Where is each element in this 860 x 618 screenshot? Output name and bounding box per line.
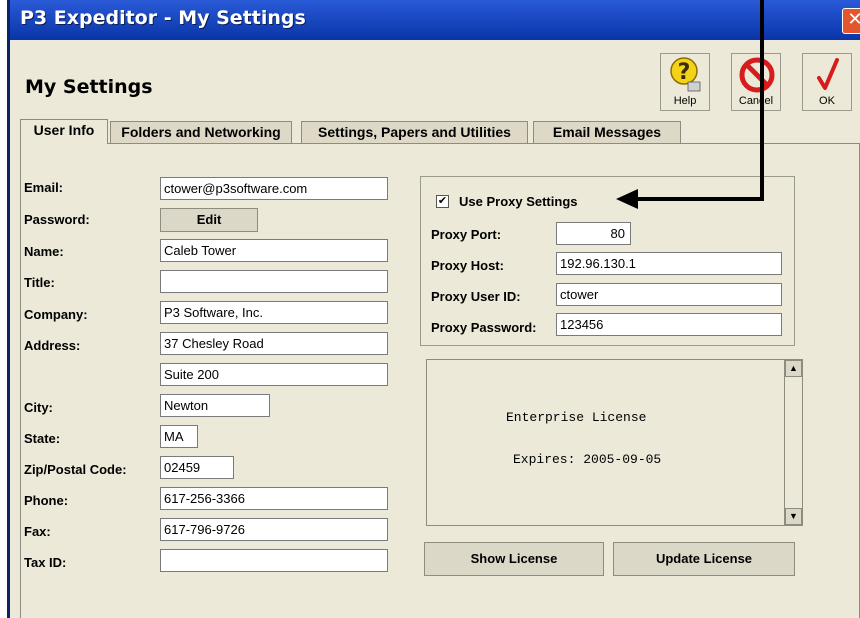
proxy-user-id-label: Proxy User ID: bbox=[431, 289, 521, 304]
proxy-host-field[interactable]: 192.96.130.1 bbox=[556, 252, 782, 275]
scroll-up-arrow-icon[interactable]: ▲ bbox=[785, 360, 802, 377]
state-label: State: bbox=[24, 431, 61, 446]
email-field[interactable]: ctower@p3software.com bbox=[160, 177, 388, 200]
license-expiry-text: Expires: 2005-09-05 bbox=[513, 452, 662, 467]
proxy-password-field[interactable]: 123456 bbox=[556, 313, 782, 336]
close-button[interactable]: ✕ bbox=[842, 8, 860, 34]
tax-id-field[interactable] bbox=[160, 549, 388, 572]
checkmark-icon bbox=[817, 58, 839, 90]
email-label: Email: bbox=[24, 180, 64, 195]
tab-folders-networking[interactable]: Folders and Networking bbox=[110, 121, 292, 143]
password-label: Password: bbox=[24, 212, 90, 227]
zip-label: Zip/Postal Code: bbox=[24, 462, 127, 477]
page-title: My Settings bbox=[25, 76, 153, 98]
city-field[interactable]: Newton bbox=[160, 394, 270, 417]
title-field[interactable] bbox=[160, 270, 388, 293]
show-license-button[interactable]: Show License bbox=[424, 542, 604, 576]
edit-password-button[interactable]: Edit bbox=[160, 208, 258, 232]
ok-label: OK bbox=[819, 95, 835, 107]
fax-label: Fax: bbox=[24, 524, 51, 539]
use-proxy-label: Use Proxy Settings bbox=[459, 194, 578, 209]
address-line1-field[interactable]: 37 Chesley Road bbox=[160, 332, 388, 355]
phone-label: Phone: bbox=[24, 493, 69, 508]
callout-arrow-shaft-vertical bbox=[760, 0, 764, 199]
close-icon: ✕ bbox=[847, 9, 860, 30]
license-scrollbar[interactable]: ▲ ▼ bbox=[784, 360, 802, 525]
question-mark-icon: ? bbox=[670, 57, 701, 92]
proxy-host-label: Proxy Host: bbox=[431, 258, 504, 273]
proxy-password-label: Proxy Password: bbox=[431, 320, 537, 335]
help-label: Help bbox=[673, 95, 697, 107]
cancel-button[interactable]: Cancel bbox=[731, 53, 781, 111]
callout-arrow-shaft-horizontal bbox=[634, 197, 764, 201]
ok-button[interactable]: OK bbox=[802, 53, 852, 111]
svg-text:?: ? bbox=[678, 60, 691, 85]
proxy-port-label: Proxy Port: bbox=[431, 227, 502, 242]
company-field[interactable]: P3 Software, Inc. bbox=[160, 301, 388, 324]
tab-user-info[interactable]: User Info bbox=[20, 119, 108, 144]
license-type-text: Enterprise License bbox=[506, 410, 647, 425]
tab-email-messages[interactable]: Email Messages bbox=[533, 121, 681, 143]
license-info-box[interactable]: Enterprise License Expires: 2005-09-05 ▲… bbox=[426, 359, 803, 526]
phone-field[interactable]: 617-256-3366 bbox=[160, 487, 388, 510]
tax-id-label: Tax ID: bbox=[24, 555, 67, 570]
title-bar[interactable]: P3 Expeditor - My Settings ✕ bbox=[10, 0, 860, 40]
address-line2-field[interactable]: Suite 200 bbox=[160, 363, 388, 386]
name-field[interactable]: Caleb Tower bbox=[160, 239, 388, 262]
city-label: City: bbox=[24, 400, 53, 415]
cancel-label: Cancel bbox=[738, 95, 774, 107]
zip-field[interactable]: 02459 bbox=[160, 456, 234, 479]
address-label: Address: bbox=[24, 338, 81, 353]
tab-settings-papers-utilities[interactable]: Settings, Papers and Utilities bbox=[301, 121, 528, 143]
name-label: Name: bbox=[24, 244, 64, 259]
state-field[interactable]: MA bbox=[160, 425, 198, 448]
proxy-user-id-field[interactable]: ctower bbox=[556, 283, 782, 306]
update-license-button[interactable]: Update License bbox=[613, 542, 795, 576]
scroll-down-arrow-icon[interactable]: ▼ bbox=[785, 508, 802, 525]
help-button[interactable]: ? Help bbox=[660, 53, 710, 111]
window-title: P3 Expeditor - My Settings bbox=[20, 7, 306, 29]
proxy-port-field[interactable]: 80 bbox=[556, 222, 631, 245]
no-entry-icon bbox=[739, 57, 775, 93]
title-label: Title: bbox=[24, 275, 55, 290]
company-label: Company: bbox=[24, 307, 88, 322]
callout-arrow-head bbox=[616, 189, 638, 209]
fax-field[interactable]: 617-796-9726 bbox=[160, 518, 388, 541]
use-proxy-checkbox[interactable]: ✔ bbox=[436, 195, 449, 208]
settings-window: P3 Expeditor - My Settings ✕ My Settings… bbox=[7, 0, 860, 618]
